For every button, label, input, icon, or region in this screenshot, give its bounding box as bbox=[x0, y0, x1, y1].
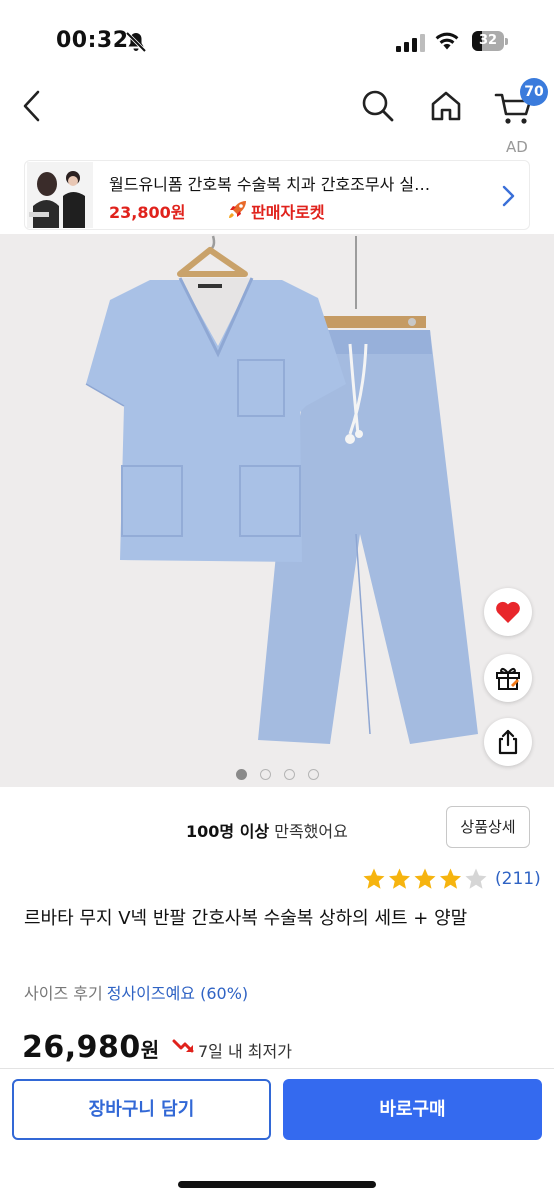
top-nav: 70 bbox=[0, 70, 554, 150]
share-icon bbox=[498, 729, 518, 755]
battery-level: 32 bbox=[478, 33, 498, 48]
chevron-right-icon[interactable] bbox=[499, 183, 517, 209]
price-unit: 원 bbox=[140, 1038, 160, 1062]
star-filled-icon bbox=[389, 868, 410, 889]
ad-thumbnail bbox=[27, 162, 93, 228]
star-empty-icon bbox=[465, 868, 487, 889]
gift-button[interactable] bbox=[484, 654, 532, 702]
cart-count-badge[interactable]: 70 bbox=[520, 78, 548, 106]
product-title: 르바타 무지 V넥 반팔 간호사복 수술복 상하의 세트 + 양말 bbox=[24, 908, 468, 929]
size-review-value: 정사이즈예요 (60%) bbox=[106, 984, 249, 1003]
rocket-icon bbox=[229, 201, 246, 218]
star-filled-icon bbox=[363, 868, 385, 889]
status-time: 00:32 bbox=[56, 28, 129, 53]
buy-now-button[interactable]: 바로구매 bbox=[283, 1079, 542, 1140]
home-icon[interactable] bbox=[428, 88, 464, 124]
size-review-label: 사이즈 후기 bbox=[24, 984, 103, 1003]
share-button[interactable] bbox=[484, 718, 532, 766]
satisfaction-text: 100명 이상 만족했어요 bbox=[186, 818, 348, 842]
ad-title: 월드유니폼 간호복 수술복 치과 간호조무사 실… bbox=[109, 175, 431, 194]
carousel-dot[interactable] bbox=[308, 769, 319, 780]
battery-icon: 32 bbox=[472, 31, 508, 51]
ad-banner[interactable]: 월드유니폼 간호복 수술복 치과 간호조무사 실… 23,800원 판매자로켓 bbox=[24, 160, 530, 230]
bottom-action-bar: 장바구니 담기 바로구매 bbox=[0, 1068, 554, 1200]
star-filled-icon bbox=[440, 868, 461, 889]
star-filled-icon bbox=[414, 868, 436, 889]
status-bar: 00:32 32 bbox=[0, 0, 554, 70]
add-to-cart-button[interactable]: 장바구니 담기 bbox=[12, 1079, 271, 1140]
like-button[interactable] bbox=[484, 588, 532, 636]
satisfaction-rest: 만족했어요 bbox=[269, 822, 348, 841]
lowest-price-label: 7일 내 최저가 bbox=[198, 1042, 292, 1061]
home-indicator[interactable] bbox=[178, 1181, 376, 1188]
ad-label: AD bbox=[506, 138, 528, 156]
heart-icon bbox=[496, 601, 520, 623]
product-detail-button[interactable]: 상품상세 bbox=[446, 806, 530, 848]
bell-slash-icon bbox=[125, 31, 147, 53]
review-count[interactable]: (211) bbox=[495, 869, 541, 889]
carousel-dot[interactable] bbox=[260, 769, 271, 780]
ad-seller-badge: 판매자로켓 bbox=[251, 203, 325, 222]
ad-price: 23,800원 bbox=[109, 203, 186, 222]
gift-icon bbox=[496, 667, 520, 690]
price-down-icon bbox=[172, 1039, 194, 1053]
price-amount: 26,980 bbox=[22, 1030, 141, 1065]
back-icon[interactable] bbox=[18, 86, 48, 126]
product-image[interactable] bbox=[0, 234, 554, 787]
search-icon[interactable] bbox=[360, 88, 396, 124]
rating-stars[interactable] bbox=[362, 866, 488, 892]
carousel-dot[interactable] bbox=[236, 769, 247, 780]
signal-icon bbox=[396, 34, 425, 52]
size-review[interactable]: 사이즈 후기 정사이즈예요 (60%) bbox=[24, 980, 248, 1004]
product-price: 26,980원 bbox=[22, 1030, 160, 1065]
wifi-icon bbox=[435, 32, 459, 50]
satisfaction-count: 100명 이상 bbox=[186, 822, 270, 841]
carousel-dot[interactable] bbox=[284, 769, 295, 780]
